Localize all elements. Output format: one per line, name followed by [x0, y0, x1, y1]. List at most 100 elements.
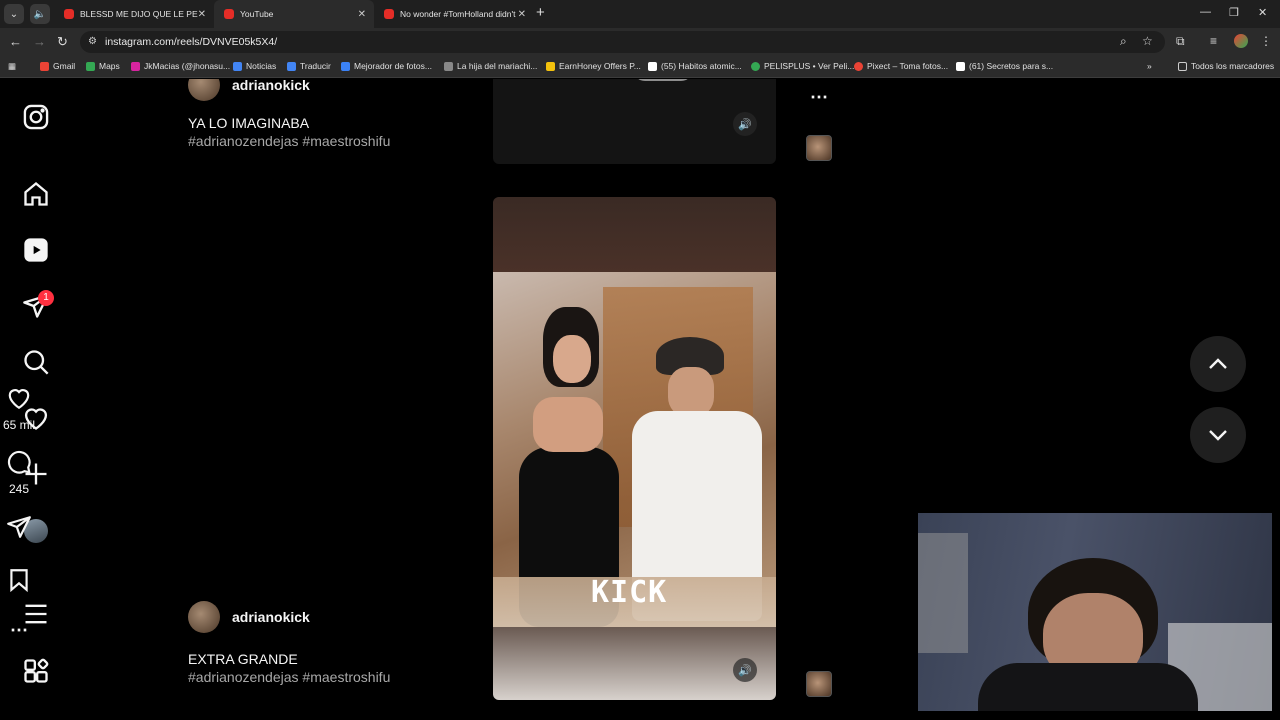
pelisplus-icon [751, 61, 760, 71]
previous-reel-button[interactable] [1190, 336, 1246, 392]
apps-icon[interactable] [22, 657, 50, 685]
instagram-logo-icon[interactable] [22, 103, 50, 131]
bookmark-label: Mejorador de fotos... [354, 61, 432, 71]
avatar[interactable] [188, 601, 220, 633]
all-bookmarks-folder[interactable]: Todos los marcadores [1178, 61, 1274, 71]
like-button[interactable]: 65 mil [0, 385, 38, 432]
comment-icon [7, 450, 31, 474]
page-icon [444, 61, 453, 71]
zoom-icon[interactable]: ⌕ [1120, 34, 1127, 49]
bookmark-label: La hija del mariachi... [457, 61, 538, 71]
webcam-overlay [918, 513, 1272, 711]
bookmark-label: (61) Secretos para s... [969, 61, 1054, 71]
avatar[interactable] [188, 79, 220, 101]
audio-thumbnail[interactable] [806, 671, 832, 697]
tab-close-icon[interactable]: ✕ [358, 9, 366, 20]
tab-youtube[interactable]: YouTube ✕ [214, 0, 374, 28]
reels-icon[interactable] [22, 236, 50, 264]
tab-search-icon[interactable]: ⌄ [4, 4, 24, 24]
photo-enhancer-icon [341, 61, 350, 71]
reel-hashtags[interactable]: #adrianozendejas #maestroshifu [188, 669, 390, 685]
bookmark-mejorador[interactable]: Mejorador de fotos... [341, 61, 432, 71]
more-options-icon[interactable]: ⋯ [0, 620, 38, 641]
chevron-up-icon [1209, 358, 1227, 369]
reel-author[interactable]: adrianokick [188, 79, 310, 101]
apps-grid-icon[interactable]: ▦ [8, 61, 16, 72]
bookmark-star-icon[interactable]: ☆ [1142, 34, 1153, 48]
share-button[interactable] [0, 514, 38, 545]
back-icon[interactable]: ← [9, 34, 22, 49]
reload-icon[interactable]: ↻ [57, 34, 68, 50]
chrome-menu-icon[interactable]: ⋮ [1260, 34, 1272, 48]
bookmark-secretos[interactable]: (61) Secretos para s... [956, 61, 1053, 71]
tab-title: YouTube [240, 9, 274, 19]
bookmark-label: EarnHoney Offers P... [559, 61, 641, 71]
bookmark-mariachi[interactable]: La hija del mariachi... [444, 61, 537, 71]
address-bar[interactable]: ⚙ instagram.com/reels/DVNVE05k5X4/ [80, 31, 1165, 53]
bookmark-label: PELISPLUS • Ver Peli... [764, 61, 855, 71]
folder-icon [1178, 61, 1187, 71]
bookmark-instagram[interactable]: JkMacias (@jhonasu... [131, 61, 230, 71]
comment-button[interactable]: 245 [0, 449, 38, 496]
more-options-icon[interactable]: ⋯ [800, 87, 838, 108]
minimize-icon[interactable]: — [1200, 6, 1211, 18]
volume-icon[interactable]: 🔊 [733, 658, 757, 682]
username[interactable]: adrianokick [232, 609, 310, 625]
tab-title: BLESSD ME DIJO QUE LE PE [80, 9, 198, 19]
bookmark-habitos[interactable]: (55) Habitos atomic... [648, 61, 742, 71]
site-info-icon[interactable]: ⚙ [88, 36, 97, 47]
pixect-icon [854, 61, 863, 71]
bookmark-label: Noticias [246, 61, 277, 71]
bookmark-earnhoney[interactable]: EarnHoney Offers P... [546, 61, 641, 71]
save-button[interactable] [0, 567, 38, 598]
tab-close-icon[interactable]: ✕ [198, 9, 206, 20]
username[interactable]: adrianokick [232, 79, 310, 93]
audio-playing-icon[interactable]: 🔈 [30, 4, 50, 24]
bookmark-pixect[interactable]: Pixect – Toma fotos... [854, 61, 948, 71]
translate-icon [287, 61, 296, 71]
chevron-down-icon [1209, 430, 1227, 441]
home-icon[interactable] [22, 180, 50, 208]
bookmark-pelisplus[interactable]: PELISPLUS • Ver Peli... [751, 61, 854, 71]
forward-icon[interactable]: → [33, 34, 46, 49]
bookmark-icon [10, 569, 28, 593]
reel-hashtags[interactable]: #adrianozendejas #maestroshifu [188, 133, 390, 149]
tab-title: No wonder #TomHolland didn't [400, 9, 516, 19]
maps-icon [86, 61, 95, 71]
tab-tom-holland[interactable]: No wonder #TomHolland didn't ✕ [374, 0, 534, 28]
new-tab-icon[interactable]: + [536, 4, 545, 21]
bookmark-label: (55) Habitos atomic... [661, 61, 742, 71]
youtube-favicon-icon [224, 9, 234, 19]
like-count: 65 mil [2, 418, 35, 432]
bookmarks-overflow-icon[interactable]: » [1147, 61, 1152, 71]
bookmark-maps[interactable]: Maps [86, 61, 120, 71]
instagram-icon [131, 61, 140, 71]
reel-video-1[interactable]: 🔊 [493, 79, 776, 164]
close-window-icon[interactable]: ✕ [1258, 6, 1267, 19]
reel-caption: YA LO IMAGINABA [188, 115, 310, 131]
bookmark-traducir[interactable]: Traducir [287, 61, 331, 71]
restore-icon[interactable]: ❐ [1229, 6, 1239, 19]
search-icon[interactable] [22, 348, 50, 376]
bookmark-gmail[interactable]: Gmail [40, 61, 75, 71]
tab-close-icon[interactable]: ✕ [518, 9, 526, 20]
earnhoney-icon [546, 61, 555, 71]
profile-avatar[interactable] [1234, 34, 1248, 48]
youtube-favicon-icon [64, 9, 74, 19]
bookmark-noticias[interactable]: Noticias [233, 61, 276, 71]
audio-thumbnail[interactable] [806, 135, 832, 161]
youtube-favicon-icon [384, 9, 394, 19]
volume-icon[interactable]: 🔊 [733, 112, 757, 136]
bookmark-label: Traducir [300, 61, 331, 71]
reel-video-2[interactable]: KICK 🔊 [493, 197, 776, 700]
bookmark-label: Gmail [53, 61, 76, 71]
bookmarks-bar: ▦ Gmail Maps JkMacias (@jhonasu... Notic… [0, 56, 1280, 78]
kick-watermark: KICK [591, 575, 668, 610]
browser-toolbar: ← → ↻ ⚙ instagram.com/reels/DVNVE05k5X4/… [0, 28, 1280, 56]
next-reel-button[interactable] [1190, 407, 1246, 463]
tab-blessd[interactable]: BLESSD ME DIJO QUE LE PE ✕ [54, 0, 214, 28]
share-icon [7, 516, 31, 538]
media-control-icon[interactable]: ≡ [1210, 34, 1217, 48]
reel-author[interactable]: adrianokick [188, 601, 310, 633]
extensions-icon[interactable]: ⧉ [1176, 34, 1185, 49]
